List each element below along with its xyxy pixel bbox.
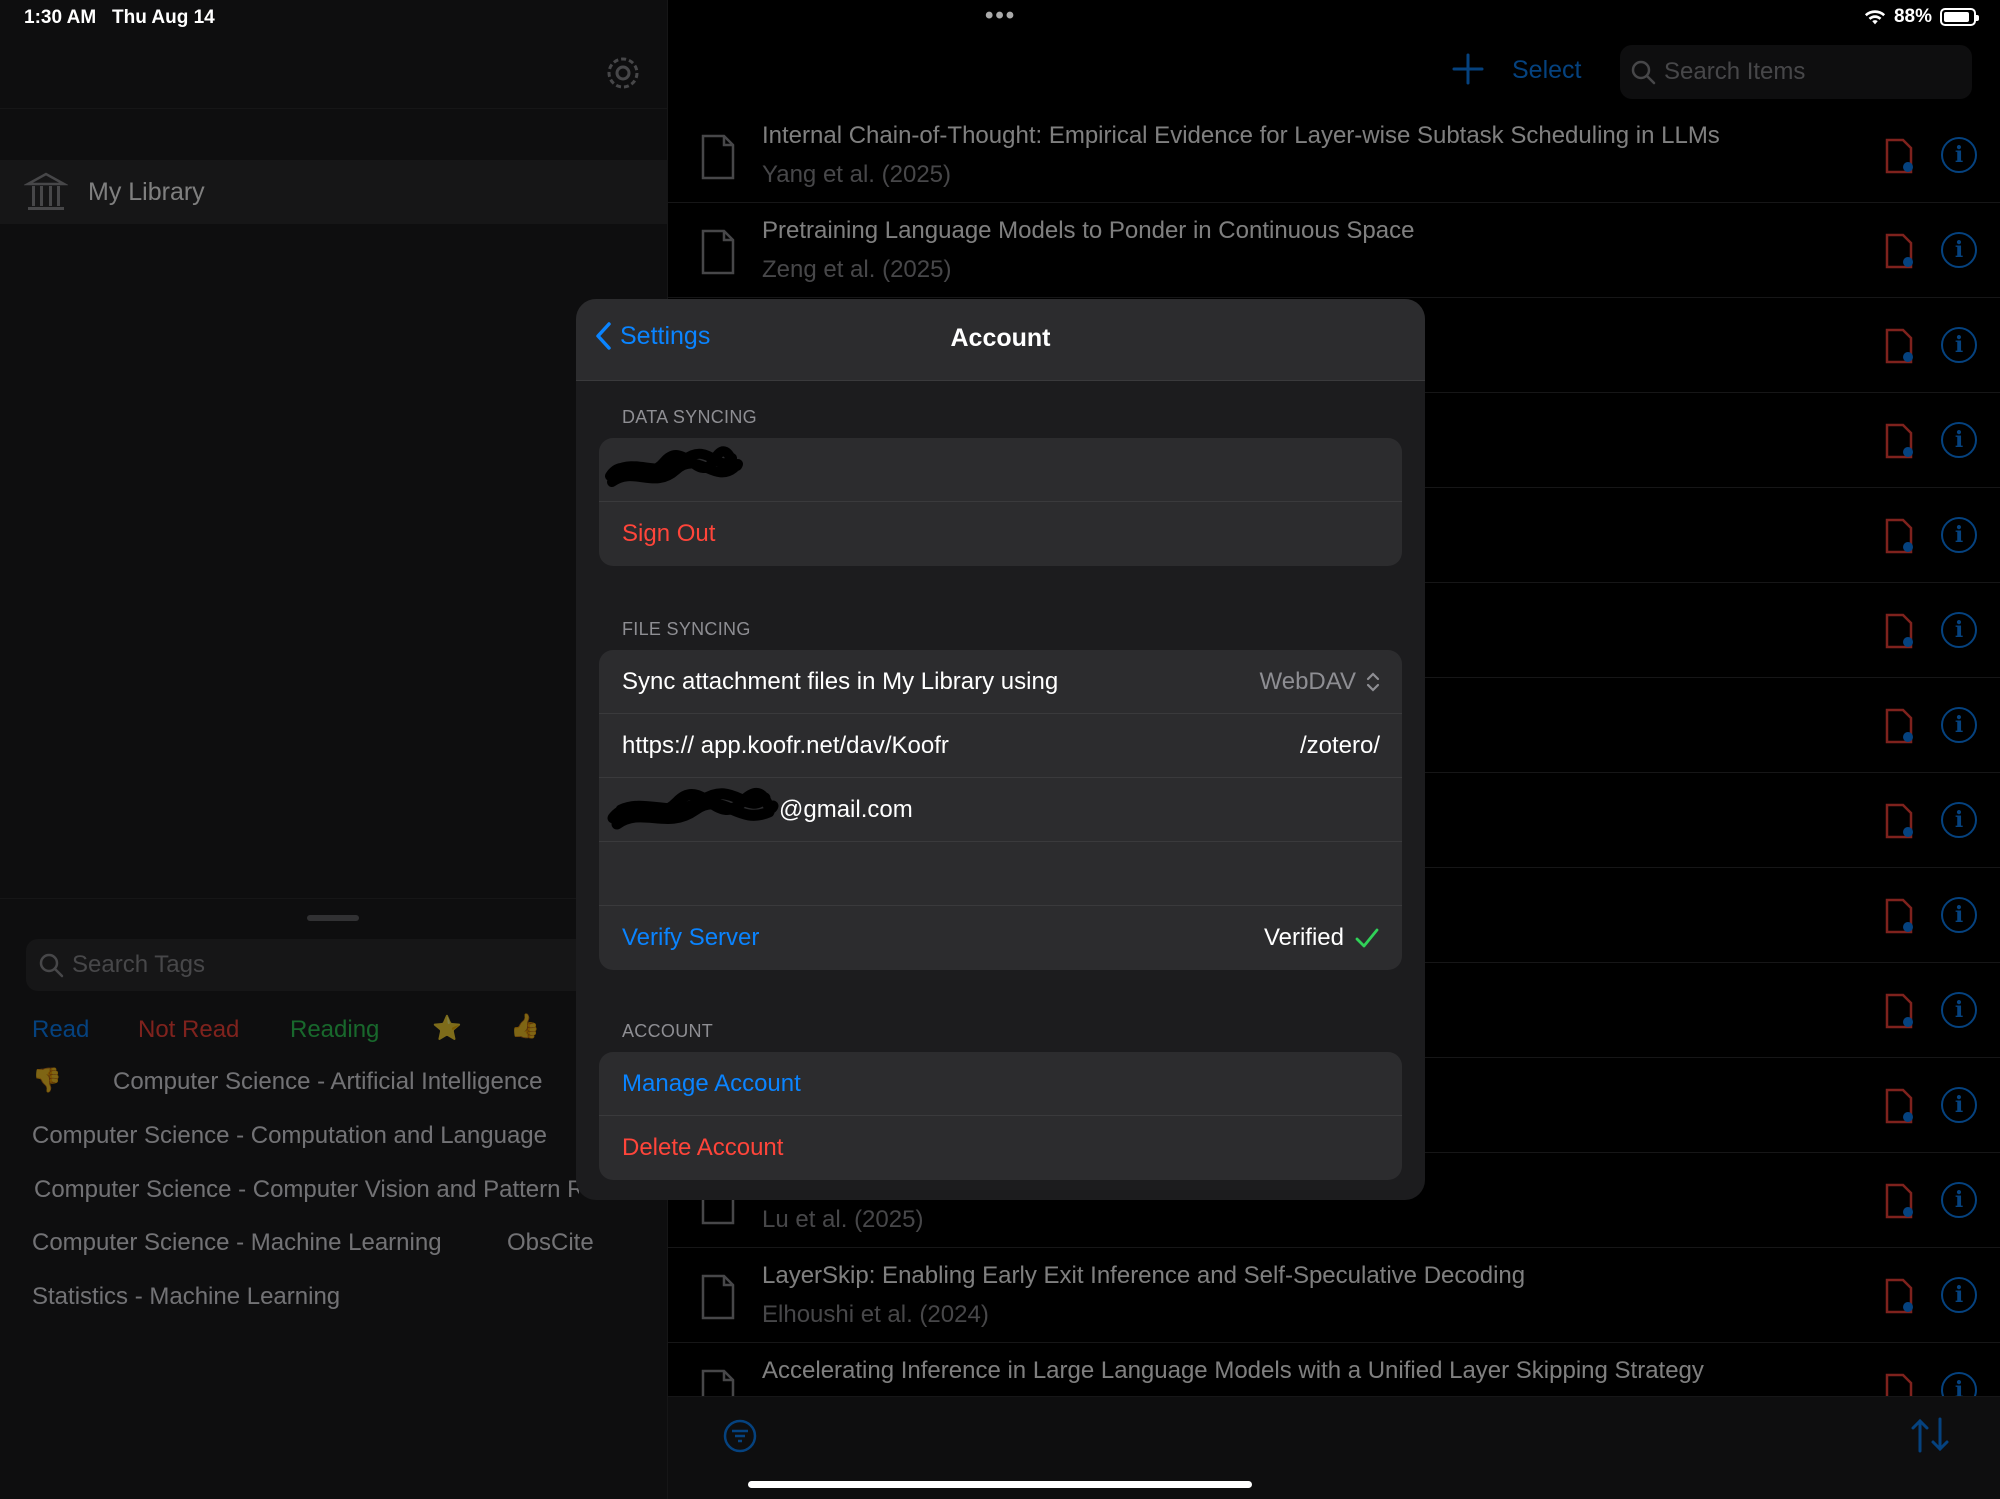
verify-server-button[interactable]: Verify Server	[622, 924, 759, 952]
webdav-url-cell[interactable]: https:// app.koofr.net/dav/Koofr /zotero…	[599, 714, 1402, 778]
sync-method-picker[interactable]: WebDAV	[1260, 650, 1380, 714]
date-text: Thu Aug 14	[112, 7, 215, 28]
multitasking-dots-icon[interactable]: •••	[985, 2, 1016, 30]
home-indicator[interactable]	[748, 1481, 1252, 1488]
battery-icon	[1940, 8, 1979, 26]
account-settings-sheet: Settings Account DATA SYNCING Sign Out F…	[576, 299, 1425, 1200]
redacted-email-scribble	[607, 788, 779, 830]
sync-method-value: WebDAV	[1259, 668, 1356, 695]
file-syncing-group: Sync attachment files in My Library usin…	[599, 650, 1402, 970]
account-header: ACCOUNT	[622, 1021, 714, 1041]
file-syncing-header: FILE SYNCING	[622, 619, 751, 639]
verified-label: Verified	[1263, 924, 1344, 951]
sheet-header: Settings Account	[576, 299, 1425, 381]
redacted-username-scribble	[605, 446, 743, 487]
webdav-password-cell[interactable]	[599, 842, 1402, 906]
manage-account-button[interactable]: Manage Account	[599, 1052, 1402, 1116]
wifi-icon	[1864, 10, 1886, 25]
email-suffix: @gmail.com	[779, 795, 913, 823]
sheet-title: Account	[950, 324, 1051, 352]
chevron-up-down-icon	[1366, 672, 1380, 692]
status-time: 1:30 AM Thu Aug 14	[24, 7, 215, 29]
sync-method-cell[interactable]: Sync attachment files in My Library usin…	[599, 650, 1402, 714]
url-suffix: /zotero/	[1299, 732, 1380, 759]
webdav-url-field[interactable]: app.koofr.net/dav/Koofr	[701, 732, 949, 760]
webdav-username-cell[interactable]: @gmail.com	[599, 778, 1402, 842]
data-syncing-group: Sign Out	[599, 438, 1402, 566]
battery-percent: 88%	[1893, 6, 1932, 27]
account-group: Manage Account Delete Account	[599, 1052, 1402, 1180]
sign-out-button[interactable]: Sign Out	[599, 502, 1402, 566]
url-scheme-label: https://	[622, 731, 695, 759]
delete-account-button[interactable]: Delete Account	[599, 1116, 1402, 1180]
data-syncing-header: DATA SYNCING	[622, 407, 757, 427]
checkmark-icon	[1355, 928, 1379, 948]
time-text: 1:30 AM	[24, 7, 97, 28]
status-bar: 1:30 AM Thu Aug 14 ••• 88%	[0, 0, 2000, 36]
sync-method-label: Sync attachment files in My Library usin…	[622, 667, 1059, 695]
verified-status: Verified	[1264, 906, 1380, 970]
username-cell	[599, 438, 1402, 502]
status-right: 88%	[1864, 6, 1979, 28]
verify-server-cell[interactable]: Verify Server Verified	[599, 906, 1402, 970]
